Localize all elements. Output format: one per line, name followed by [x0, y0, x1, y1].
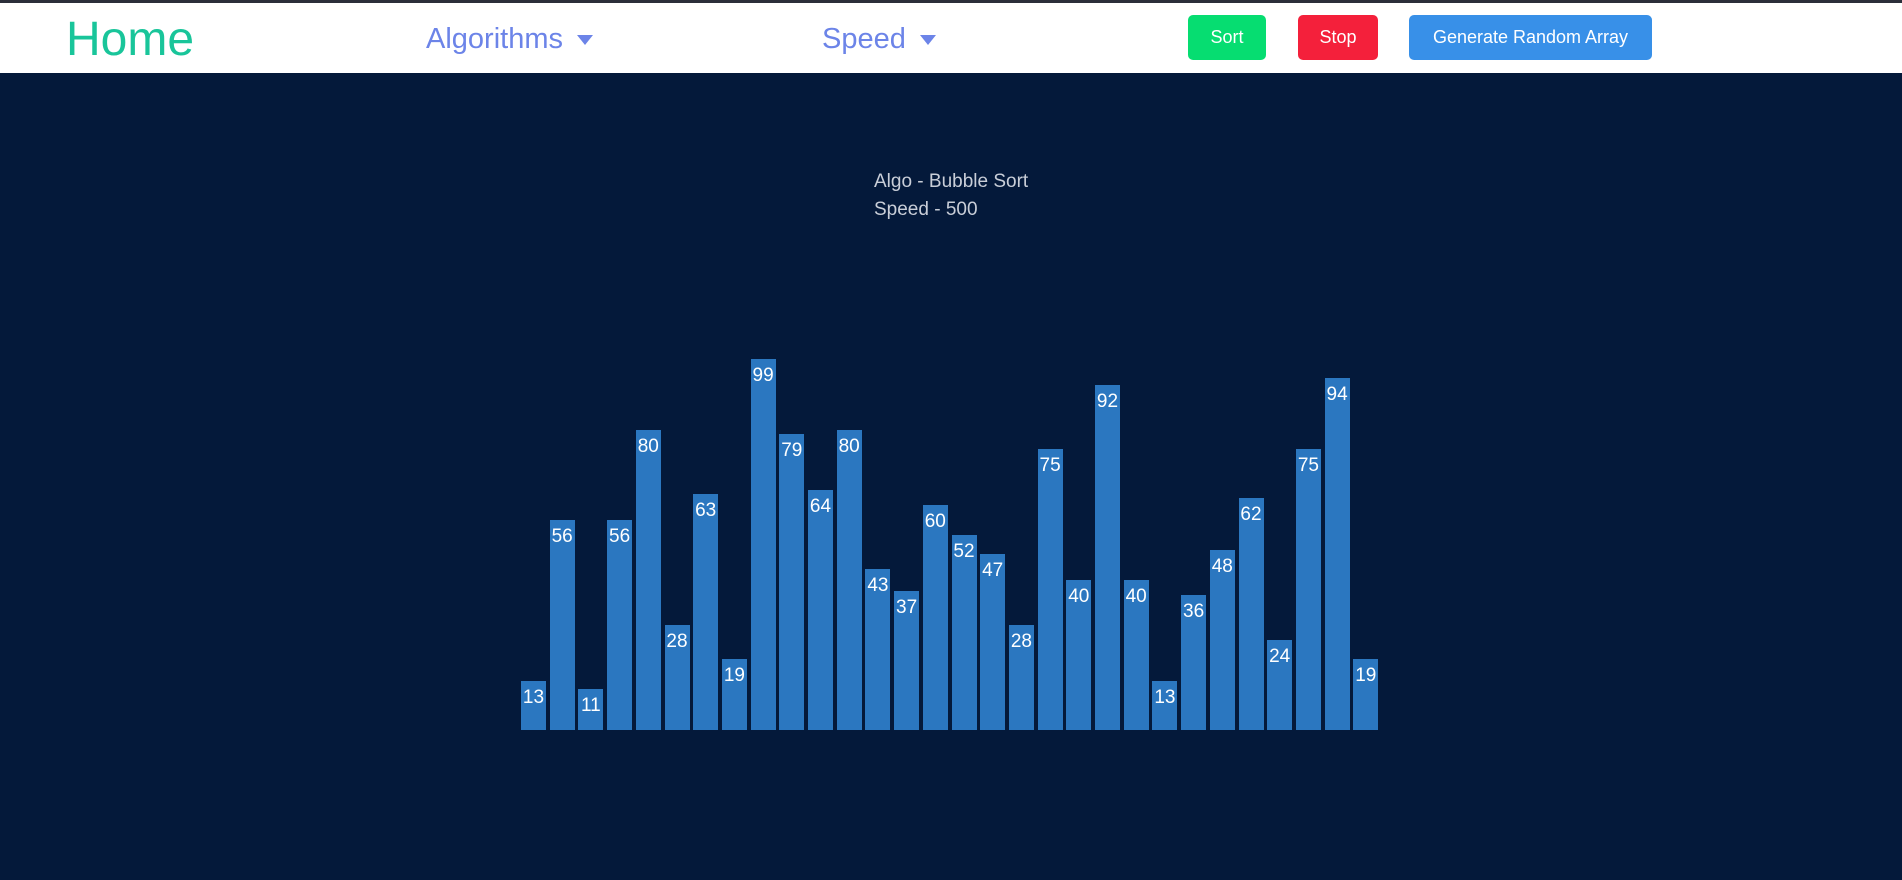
bar-value-label: 40 — [1068, 586, 1090, 607]
caret-down-icon — [919, 35, 936, 45]
algorithms-dropdown-label: Algorithms — [426, 23, 563, 55]
bar: 80 — [635, 430, 661, 730]
speed-info-text: Speed - 500 — [874, 199, 978, 220]
bar-value-label: 13 — [522, 687, 545, 709]
bar: 24 — [1267, 640, 1293, 730]
bar: 11 — [578, 688, 604, 730]
bar-value-label: 99 — [752, 364, 774, 386]
home-link[interactable]: Home — [66, 11, 194, 69]
bar-value-label: 47 — [982, 559, 1004, 581]
generate-random-array-button[interactable]: Generate Random Array — [1409, 15, 1652, 60]
bar: 92 — [1095, 385, 1120, 730]
bar-value-label: 37 — [896, 597, 918, 619]
speed-dropdown[interactable]: Speed — [822, 21, 936, 57]
bar-value-label: 48 — [1211, 556, 1233, 577]
bar-value-label: 94 — [1326, 383, 1348, 405]
bar-value-label: 19 — [1355, 664, 1377, 686]
bar-value-label: 36 — [1183, 601, 1205, 622]
sort-button[interactable]: Sort — [1188, 15, 1266, 60]
bar-value-label: 11 — [581, 694, 601, 716]
stop-button[interactable]: Stop — [1298, 15, 1378, 60]
bar-chart: 13 56 11 56 80 28 63 19 99 79 64 80 43 37 60 52 47 28 75 40… — [0, 0, 1902, 880]
bar: 60 — [922, 505, 948, 730]
bar: 79 — [779, 433, 805, 730]
caret-down-icon — [577, 35, 593, 45]
bar: 80 — [836, 430, 862, 730]
bar-value-label: 43 — [867, 574, 889, 596]
bar-value-label: 19 — [723, 664, 745, 686]
bar: 48 — [1209, 550, 1235, 730]
bar: 19 — [1353, 658, 1379, 730]
bar-value-label: 80 — [838, 436, 860, 457]
bar: 52 — [951, 535, 977, 730]
sort-info: Algo - Bubble Sort Speed - 500 — [874, 168, 1028, 224]
bar: 99 — [750, 358, 776, 730]
bar: 63 — [693, 493, 719, 730]
bar-value-label: 28 — [1010, 631, 1032, 652]
bar-value-label: 28 — [666, 631, 688, 652]
algorithms-dropdown[interactable]: Algorithms — [426, 21, 593, 57]
bar-value-label: 24 — [1269, 646, 1291, 667]
bar: 19 — [721, 658, 747, 730]
bar-value-label: 79 — [781, 439, 803, 461]
bar-value-label: 13 — [1154, 687, 1176, 709]
bar: 94 — [1324, 377, 1350, 730]
bar: 13 — [521, 681, 546, 730]
bar: 37 — [894, 591, 920, 730]
bar: 56 — [607, 520, 633, 730]
algorithm-info-text: Algo - Bubble Sort — [874, 171, 1029, 192]
bar-value-label: 75 — [1039, 454, 1061, 476]
bar-value-label: 40 — [1125, 586, 1147, 607]
speed-dropdown-label: Speed — [822, 23, 906, 55]
bar-value-label: 75 — [1297, 454, 1319, 476]
bar-value-label: 80 — [637, 436, 659, 457]
bar: 64 — [808, 490, 833, 730]
bar: 40 — [1066, 580, 1092, 730]
bar-value-label: 60 — [924, 511, 946, 532]
navbar: Home Algorithms Speed Sort Stop Generate… — [0, 3, 1902, 73]
bar: 13 — [1152, 681, 1178, 730]
bar-value-label: 56 — [609, 526, 631, 547]
bar-value-label: 63 — [695, 499, 717, 521]
bar: 28 — [1008, 625, 1034, 730]
bar-value-label: 64 — [809, 496, 832, 517]
bar: 36 — [1181, 595, 1207, 730]
bar: 75 — [1295, 448, 1321, 730]
bar-value-label: 52 — [953, 541, 975, 562]
bar-value-label: 92 — [1096, 391, 1119, 412]
bar: 40 — [1123, 580, 1149, 730]
bar: 62 — [1238, 497, 1264, 730]
bar: 43 — [865, 568, 891, 730]
bar: 56 — [549, 520, 575, 730]
bar-value-label: 56 — [551, 526, 573, 547]
bar: 47 — [980, 553, 1006, 730]
bar: 75 — [1037, 448, 1063, 730]
bar: 28 — [664, 625, 690, 730]
bar-value-label: 62 — [1240, 503, 1262, 525]
